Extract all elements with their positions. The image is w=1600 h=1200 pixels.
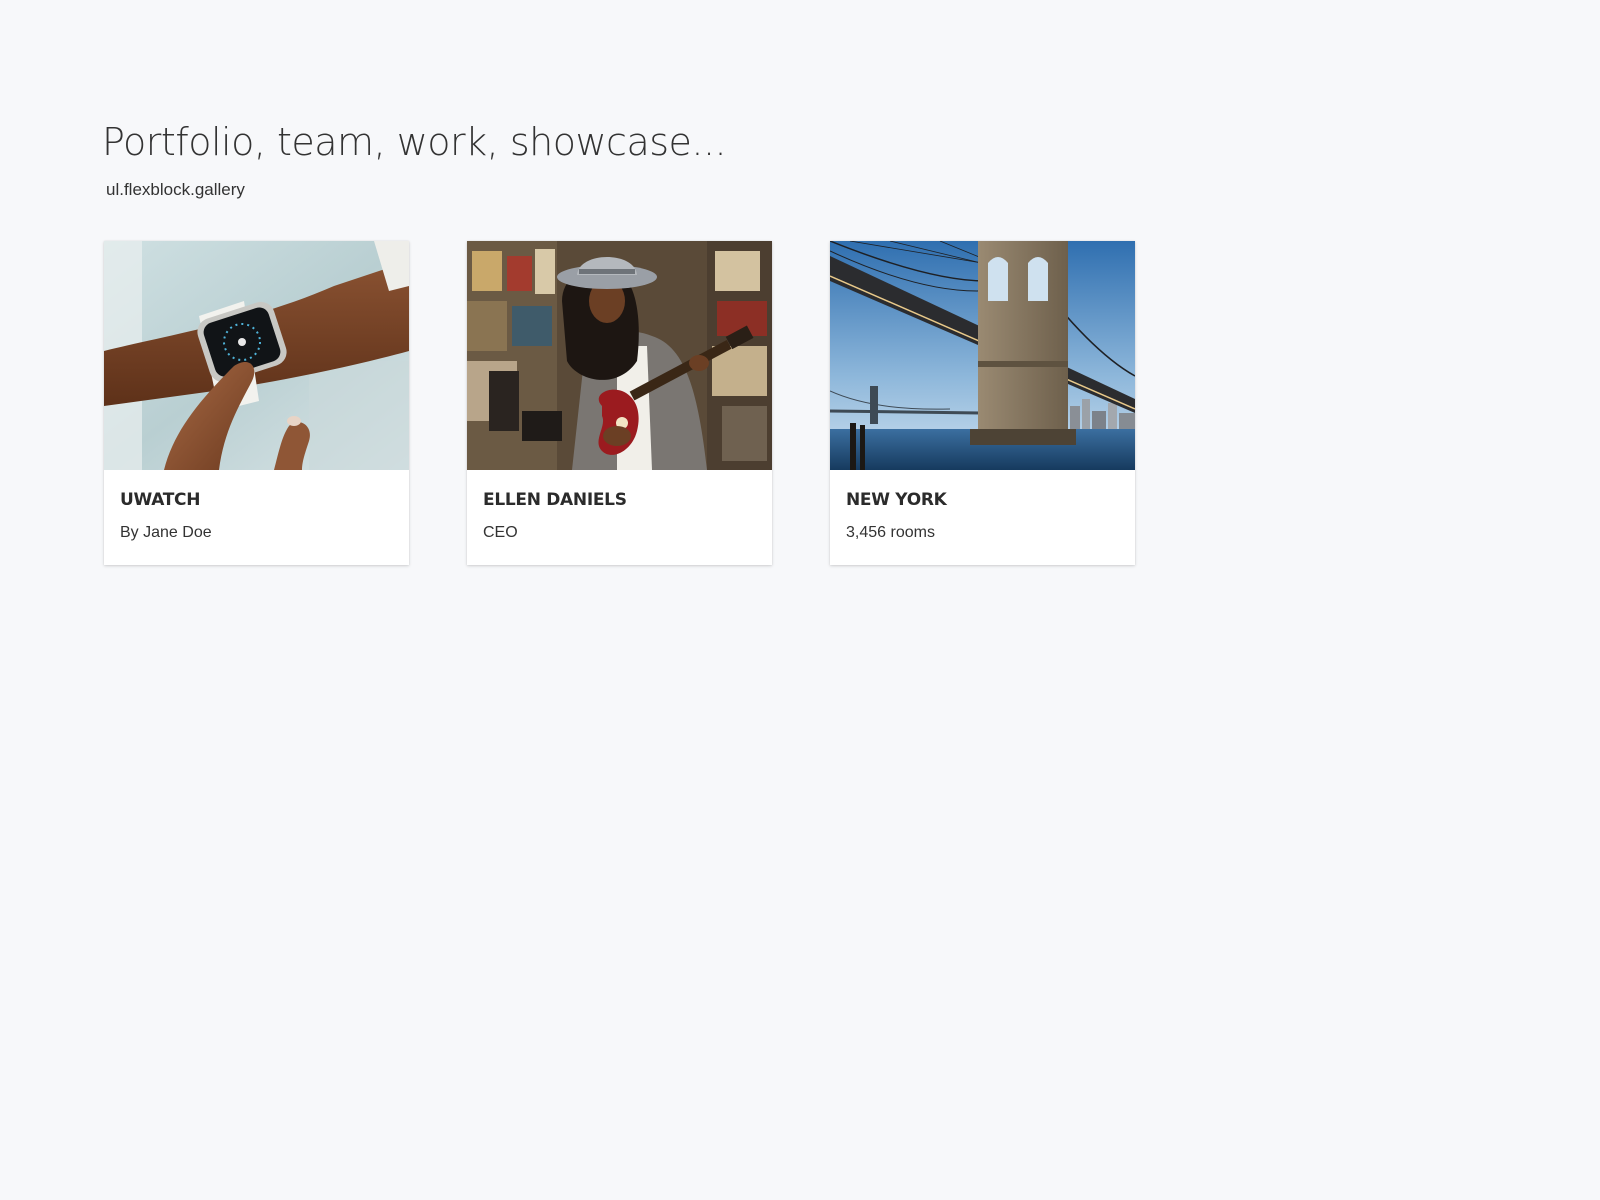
- page-title: Portfolio, team, work, showcase...: [102, 120, 727, 164]
- page-subtitle: ul.flexblock.gallery: [106, 180, 245, 199]
- gallery-card-uwatch[interactable]: UWATCH By Jane Doe: [104, 241, 409, 565]
- card-title: UWATCH: [120, 490, 201, 510]
- card-title: ELLEN DANIELS: [483, 490, 627, 510]
- gallery: UWATCH By Jane Doe ELLEN DANIELS CEO NEW…: [104, 241, 1135, 565]
- gallery-card-new-york[interactable]: NEW YORK 3,456 rooms: [830, 241, 1135, 565]
- brooklyn-bridge-photo: [830, 241, 1135, 470]
- card-title: NEW YORK: [846, 490, 947, 510]
- card-caption: 3,456 rooms: [846, 524, 935, 541]
- smartwatch-on-wrist-photo: [104, 241, 409, 470]
- gallery-card-ellen-daniels[interactable]: ELLEN DANIELS CEO: [467, 241, 772, 565]
- card-caption: By Jane Doe: [120, 524, 212, 541]
- woman-playing-guitar-photo: [467, 241, 772, 470]
- card-caption: CEO: [483, 524, 518, 541]
